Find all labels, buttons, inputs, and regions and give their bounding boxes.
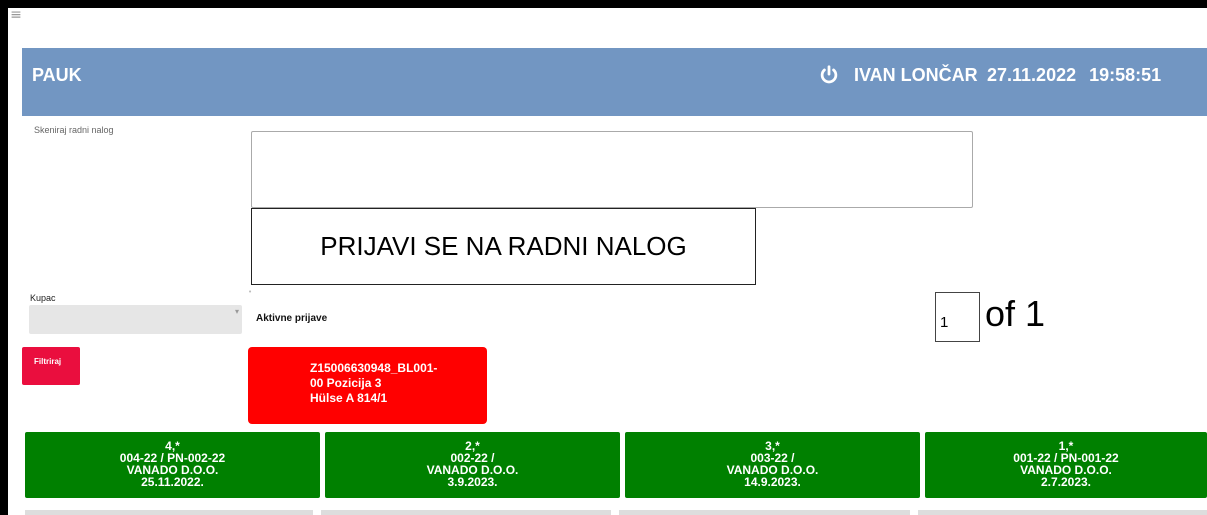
filter-button[interactable]: Filtriraj xyxy=(22,347,80,385)
order-line4: 25.11.2022. xyxy=(141,475,204,489)
order-line4: 2.7.2023. xyxy=(1040,475,1092,489)
current-date: 27.11.2022 xyxy=(987,65,1077,85)
hamburger-menu-icon[interactable]: ≡ xyxy=(8,8,24,26)
order-card[interactable]: 1,* 001-22 / PN-001-22 VANADO D.O.O. 2.7… xyxy=(925,432,1207,498)
page-number-input[interactable] xyxy=(935,292,980,342)
current-time: 19:58:51 xyxy=(1089,65,1162,85)
kupac-select[interactable]: ▾ xyxy=(29,305,242,334)
kupac-label: Kupac xyxy=(30,293,56,303)
active-login-card[interactable]: Z15006630948_BL001- 00 Pozicija 3 Hülse … xyxy=(248,347,487,424)
active-card-line3: Hülse A 814/1 xyxy=(310,391,388,405)
active-logins-label: Aktivne prijave xyxy=(256,313,328,324)
scan-label: Skeniraj radni nalog xyxy=(34,125,114,135)
active-card-line2: 00 Pozicija 3 xyxy=(310,376,382,390)
scan-order-input[interactable] xyxy=(251,131,973,208)
order-card[interactable]: 3,* 003-22 / VANADO D.O.O. 14.9.2023. xyxy=(625,432,920,498)
date-time: 27.11.2022 19:58:51 xyxy=(987,65,1161,86)
power-icon[interactable] xyxy=(818,64,840,86)
order-card[interactable]: 4,* 004-22 / PN-002-22 VANADO D.O.O. 25.… xyxy=(25,432,320,498)
order-line4: 3.9.2023. xyxy=(447,475,498,489)
header-bar: PAUK IVAN LONČAR 27.11.2022 19:58:51 xyxy=(22,48,1207,116)
row-strip xyxy=(321,510,611,515)
app-window: ≡ PAUK IVAN LONČAR 27.11.2022 19:58:51 S… xyxy=(8,8,1207,515)
order-line4: 14.9.2023. xyxy=(744,475,801,489)
row-strip xyxy=(918,510,1207,515)
row-strip xyxy=(25,510,313,515)
active-card-line1: Z15006630948_BL001- xyxy=(310,361,438,375)
login-order-button[interactable]: PRIJAVI SE NA RADNI NALOG xyxy=(251,208,756,285)
chevron-down-icon: ▾ xyxy=(234,307,239,316)
order-card[interactable]: 2,* 002-22 / VANADO D.O.O. 3.9.2023. xyxy=(325,432,620,498)
page-total-label: of 1 xyxy=(985,293,1046,334)
divider-dot: • xyxy=(248,288,253,296)
app-title: PAUK xyxy=(32,65,82,85)
user-name: IVAN LONČAR xyxy=(854,65,978,85)
row-strip xyxy=(619,510,910,515)
